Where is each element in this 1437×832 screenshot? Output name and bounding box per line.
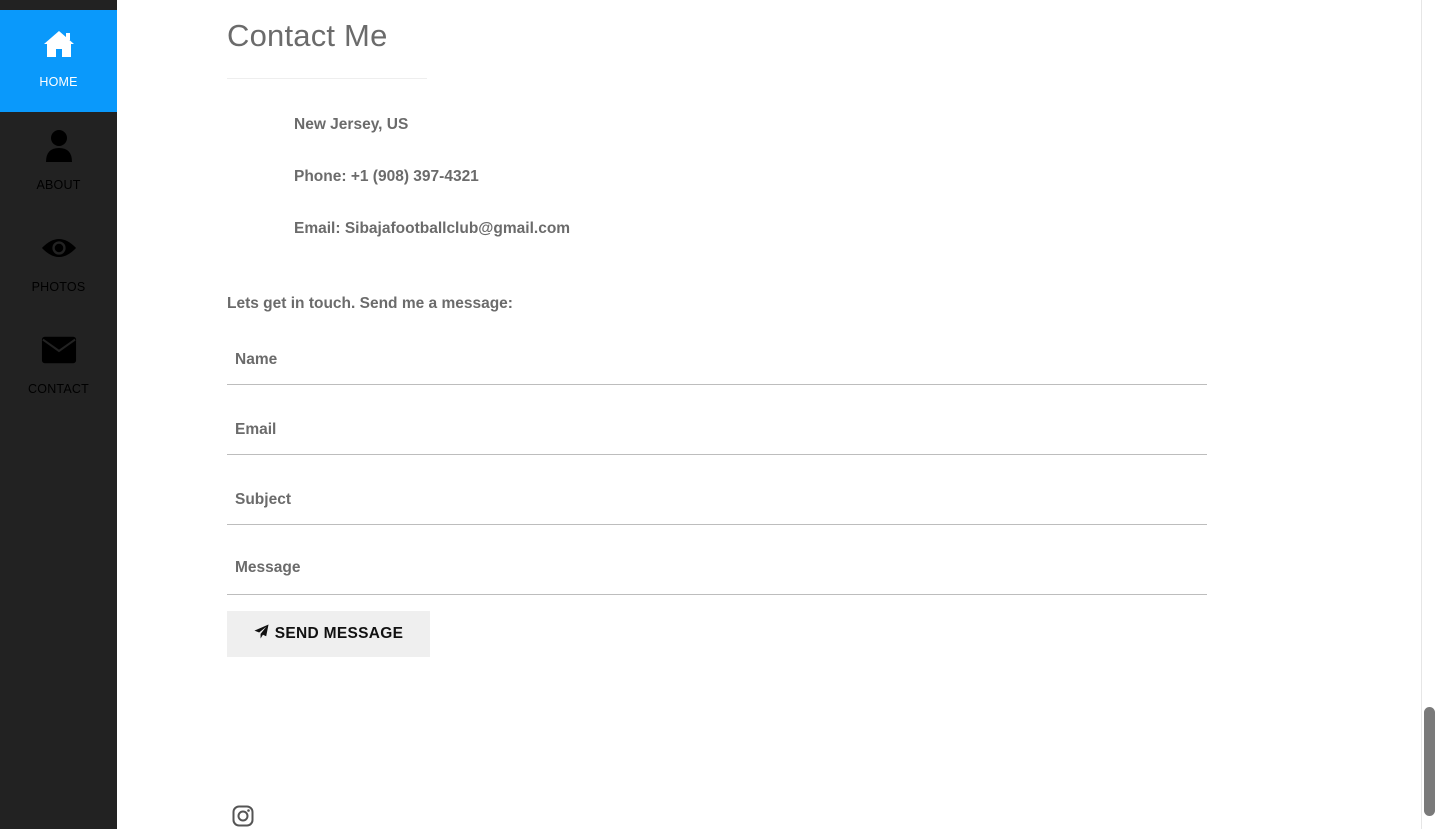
user-icon: [41, 128, 77, 164]
title-divider: [227, 78, 427, 79]
page-scrollbar[interactable]: [1421, 0, 1437, 829]
home-icon: [41, 26, 77, 62]
sidebar-item-label: PHOTOS: [31, 280, 86, 294]
sidebar-item-label: ABOUT: [36, 178, 81, 192]
page-title: Contact Me: [227, 18, 388, 53]
eye-icon: [41, 230, 77, 266]
message-field[interactable]: [227, 545, 1207, 595]
form-intro-text: Lets get in touch. Send me a message:: [227, 295, 513, 312]
instagram-icon[interactable]: [232, 805, 256, 829]
sidebar: HOME ABOUT PHOTOS CONTACT: [0, 0, 117, 829]
email-field[interactable]: [227, 405, 1207, 455]
main-content: Contact Me New Jersey, US Phone: +1 (908…: [117, 0, 1421, 829]
subject-field[interactable]: [227, 475, 1207, 525]
send-message-button[interactable]: SEND MESSAGE: [227, 611, 430, 657]
sidebar-item-home[interactable]: HOME: [0, 10, 117, 112]
contact-phone: Phone: +1 (908) 397-4321: [294, 168, 479, 185]
contact-email: Email: Sibajafootballclub@gmail.com: [294, 220, 571, 237]
sidebar-top-strip: [0, 0, 117, 10]
sidebar-item-contact[interactable]: CONTACT: [0, 316, 117, 418]
sidebar-item-label: CONTACT: [28, 382, 89, 396]
envelope-icon: [41, 332, 77, 368]
sidebar-item-photos[interactable]: PHOTOS: [0, 214, 117, 316]
paper-plane-icon: [254, 624, 269, 644]
send-message-label: SEND MESSAGE: [274, 625, 404, 642]
scrollbar-thumb[interactable]: [1424, 707, 1435, 816]
sidebar-item-about[interactable]: ABOUT: [0, 112, 117, 214]
sidebar-item-label: HOME: [39, 75, 78, 89]
name-field[interactable]: [227, 335, 1207, 385]
contact-address: New Jersey, US: [294, 116, 409, 133]
